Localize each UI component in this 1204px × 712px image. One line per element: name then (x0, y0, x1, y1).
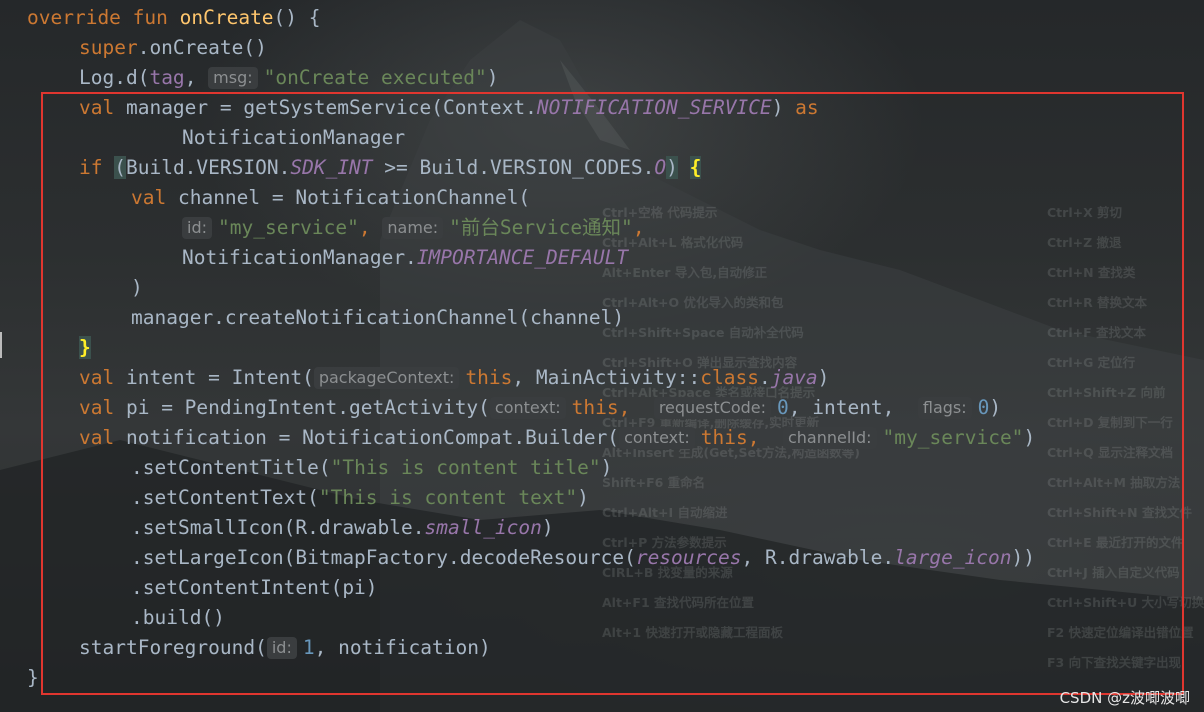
watermark: CSDN @z波唧波唧 (1059, 689, 1190, 707)
code-line[interactable]: override fun onCreate() { (27, 3, 321, 33)
code-token: () { (273, 6, 321, 29)
code-token: .onCreate() (137, 36, 267, 59)
highlight-box (41, 92, 1184, 695)
code-token: onCreate (179, 6, 274, 29)
code-token: override fun (27, 6, 180, 29)
code-token: } (27, 666, 39, 689)
code-token: super (79, 36, 138, 59)
code-line[interactable]: } (27, 663, 39, 693)
code-token: Log.d( (79, 66, 150, 89)
code-token: "onCreate executed" (263, 66, 487, 89)
parameter-hint: msg: (208, 67, 258, 89)
code-token: tag (149, 66, 185, 89)
code-line[interactable]: super.onCreate() (79, 33, 267, 63)
code-line[interactable]: Log.d(tag, msg: "onCreate executed") (79, 63, 498, 93)
code-token: , (184, 66, 209, 89)
code-token: ) (486, 66, 499, 89)
